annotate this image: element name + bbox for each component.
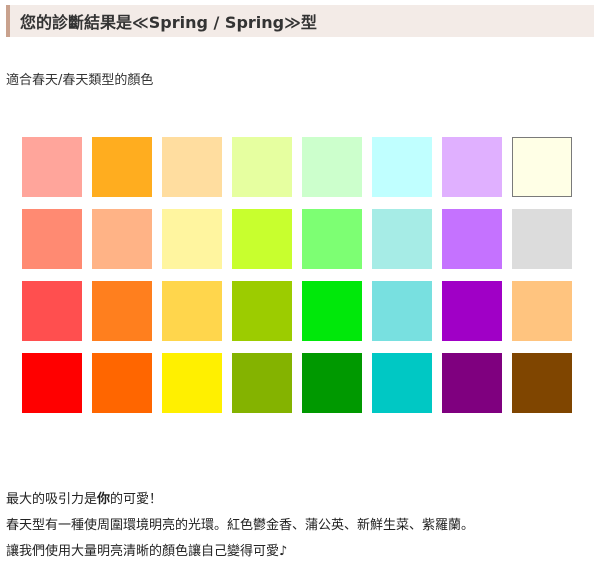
description-line-1-bold: 你 xyxy=(97,492,111,507)
description-line-1-suffix: 的可愛！ xyxy=(110,492,163,507)
color-swatch-r3-c7 xyxy=(442,281,502,341)
color-swatch-r4-c8 xyxy=(512,353,572,413)
color-swatch-r4-c2 xyxy=(92,353,152,413)
color-swatch-r3-c3 xyxy=(162,281,222,341)
result-header: 您的診斷結果是≪Spring / Spring≫型 xyxy=(6,5,594,37)
color-swatch-r3-c2 xyxy=(92,281,152,341)
color-swatch-r2-c1 xyxy=(22,209,82,269)
color-swatch-r4-c3 xyxy=(162,353,222,413)
color-swatch-r4-c7 xyxy=(442,353,502,413)
color-swatch-r3-c1 xyxy=(22,281,82,341)
color-swatch-r2-c7 xyxy=(442,209,502,269)
color-swatch-r1-c1 xyxy=(22,137,82,197)
color-swatch-r2-c4 xyxy=(232,209,292,269)
color-swatch-r2-c2 xyxy=(92,209,152,269)
color-swatch-r3-c6 xyxy=(372,281,432,341)
color-palette xyxy=(22,137,574,413)
color-swatch-r3-c8 xyxy=(512,281,572,341)
color-swatch-r2-c8 xyxy=(512,209,572,269)
color-swatch-r1-c5 xyxy=(302,137,362,197)
color-swatch-r1-c7 xyxy=(442,137,502,197)
color-swatch-r3-c4 xyxy=(232,281,292,341)
description-line-1: 最大的吸引力是你的可愛！ xyxy=(6,488,162,507)
description-line-3: 讓我們使用大量明亮清晰的顏色讓自己變得可愛♪ xyxy=(6,544,288,559)
color-swatch-r3-c5 xyxy=(302,281,362,341)
color-swatch-r1-c3 xyxy=(162,137,222,197)
color-swatch-r4-c6 xyxy=(372,353,432,413)
color-swatch-r4-c5 xyxy=(302,353,362,413)
description-line-1-prefix: 最大的吸引力是 xyxy=(6,492,98,507)
color-swatch-r2-c5 xyxy=(302,209,362,269)
color-swatch-r1-c6 xyxy=(372,137,432,197)
color-swatch-r1-c8 xyxy=(512,137,572,197)
color-swatch-r1-c4 xyxy=(232,137,292,197)
palette-subtitle: 適合春天/春天類型的顏色 xyxy=(6,73,154,88)
color-swatch-r2-c6 xyxy=(372,209,432,269)
result-title: 您的診斷結果是≪Spring / Spring≫型 xyxy=(20,13,317,32)
color-swatch-r4-c4 xyxy=(232,353,292,413)
description-line-2: 春天型有一種使周圍環境明亮的光環。紅色鬱金香、蒲公英、新鮮生菜、紫羅蘭。 xyxy=(6,518,475,533)
color-swatch-r1-c2 xyxy=(92,137,152,197)
color-swatch-r4-c1 xyxy=(22,353,82,413)
color-swatch-r2-c3 xyxy=(162,209,222,269)
